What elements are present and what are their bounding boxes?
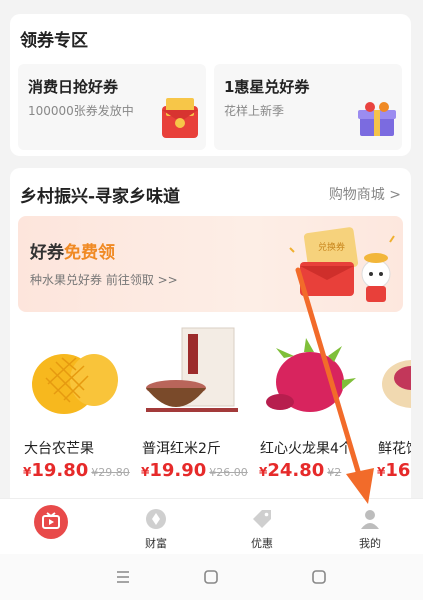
tab-wealth[interactable]: 财富 bbox=[116, 503, 196, 553]
tab-video[interactable] bbox=[10, 503, 90, 553]
product-card[interactable]: 普洱红米2斤 ¥19.90 ¥26.00 bbox=[136, 318, 248, 498]
coupon-mascot-illustration: 兑换券 bbox=[289, 227, 395, 302]
tab-label: 优惠 bbox=[251, 537, 273, 550]
price-value: 24.80 bbox=[267, 460, 325, 481]
banner-title-prefix: 好券 bbox=[30, 243, 64, 263]
person-icon bbox=[361, 510, 379, 529]
coupon-card-subtitle: 花样上新季 bbox=[224, 104, 285, 118]
section-title: 乡村振兴-寻家乡味道 bbox=[20, 187, 181, 207]
price-value: 19.80 bbox=[31, 460, 89, 481]
product-card[interactable]: 大台农芒果 ¥19.80 ¥29.80 bbox=[18, 318, 130, 498]
coupon-zone-card: 领券专区 消费日抢好券 100000张券发放中 1惠星兑好券 花样上新季 bbox=[10, 14, 411, 156]
gift-box-icon bbox=[358, 102, 396, 136]
banner-subtitle[interactable]: 种水果兑好券 前往领取 >> bbox=[30, 271, 178, 288]
product-price: ¥19.80 ¥29.80 bbox=[23, 460, 130, 481]
original-price: ¥26.00 bbox=[209, 466, 248, 479]
banner-card-text: 兑换券 bbox=[318, 241, 345, 253]
red-rice-image bbox=[136, 318, 248, 430]
product-name: 普洱红米2斤 bbox=[142, 441, 221, 457]
menu-icon[interactable] bbox=[114, 568, 132, 586]
wealth-icon bbox=[146, 509, 166, 529]
banner-title-highlight: 免费领 bbox=[64, 243, 115, 263]
original-price: ¥2 bbox=[327, 466, 342, 479]
product-name: 大台农芒果 bbox=[24, 441, 94, 457]
tab-discount[interactable]: 优惠 bbox=[222, 503, 302, 553]
price-value: 16.9 bbox=[385, 460, 411, 481]
coupon-zone-title: 领券专区 bbox=[20, 31, 88, 51]
shopping-mall-link[interactable]: 购物商城 > bbox=[329, 184, 401, 204]
tab-label: 我的 bbox=[359, 537, 381, 550]
bottom-tab-bar: 财富 优惠 我的 bbox=[0, 498, 423, 554]
banner-title: 好券免费领 bbox=[30, 238, 115, 263]
flower-cake-image bbox=[372, 318, 411, 430]
system-navigation-bar bbox=[0, 554, 423, 600]
dragon-fruit-image bbox=[254, 318, 366, 430]
product-price: ¥16.9 bbox=[377, 460, 411, 481]
rural-revitalization-section: 乡村振兴-寻家乡味道 购物商城 > 好券免费领 种水果兑好券 前往领取 >> 兑… bbox=[10, 168, 411, 498]
product-price: ¥24.80 ¥2 bbox=[259, 460, 341, 481]
product-name: 鲜花饼 bbox=[378, 441, 411, 457]
consumer-day-coupon-card[interactable]: 消费日抢好券 100000张券发放中 bbox=[18, 64, 206, 150]
product-card[interactable]: 鲜花饼 ¥16.9 bbox=[372, 318, 411, 498]
mango-image bbox=[18, 318, 130, 430]
tab-label: 财富 bbox=[145, 537, 167, 550]
home-icon[interactable] bbox=[202, 568, 220, 586]
coupon-card-title: 消费日抢好券 bbox=[28, 78, 119, 96]
tab-mine[interactable]: 我的 bbox=[330, 503, 410, 553]
product-price: ¥19.90 ¥26.00 bbox=[141, 460, 248, 481]
tv-icon bbox=[34, 505, 68, 539]
tag-icon bbox=[253, 510, 271, 528]
coupon-card-subtitle: 100000张券发放中 bbox=[28, 104, 134, 118]
red-envelope-icon bbox=[162, 98, 198, 138]
star-exchange-coupon-card[interactable]: 1惠星兑好券 花样上新季 bbox=[214, 64, 402, 150]
back-icon[interactable] bbox=[310, 568, 328, 586]
original-price: ¥29.80 bbox=[91, 466, 130, 479]
product-card[interactable]: 红心火龙果4个 ¥24.80 ¥2 bbox=[254, 318, 366, 498]
coupon-card-title: 1惠星兑好券 bbox=[224, 78, 310, 96]
product-name: 红心火龙果4个 bbox=[260, 441, 353, 457]
free-coupon-banner[interactable]: 好券免费领 种水果兑好券 前往领取 >> 兑换券 bbox=[18, 216, 403, 312]
price-value: 19.90 bbox=[149, 460, 207, 481]
